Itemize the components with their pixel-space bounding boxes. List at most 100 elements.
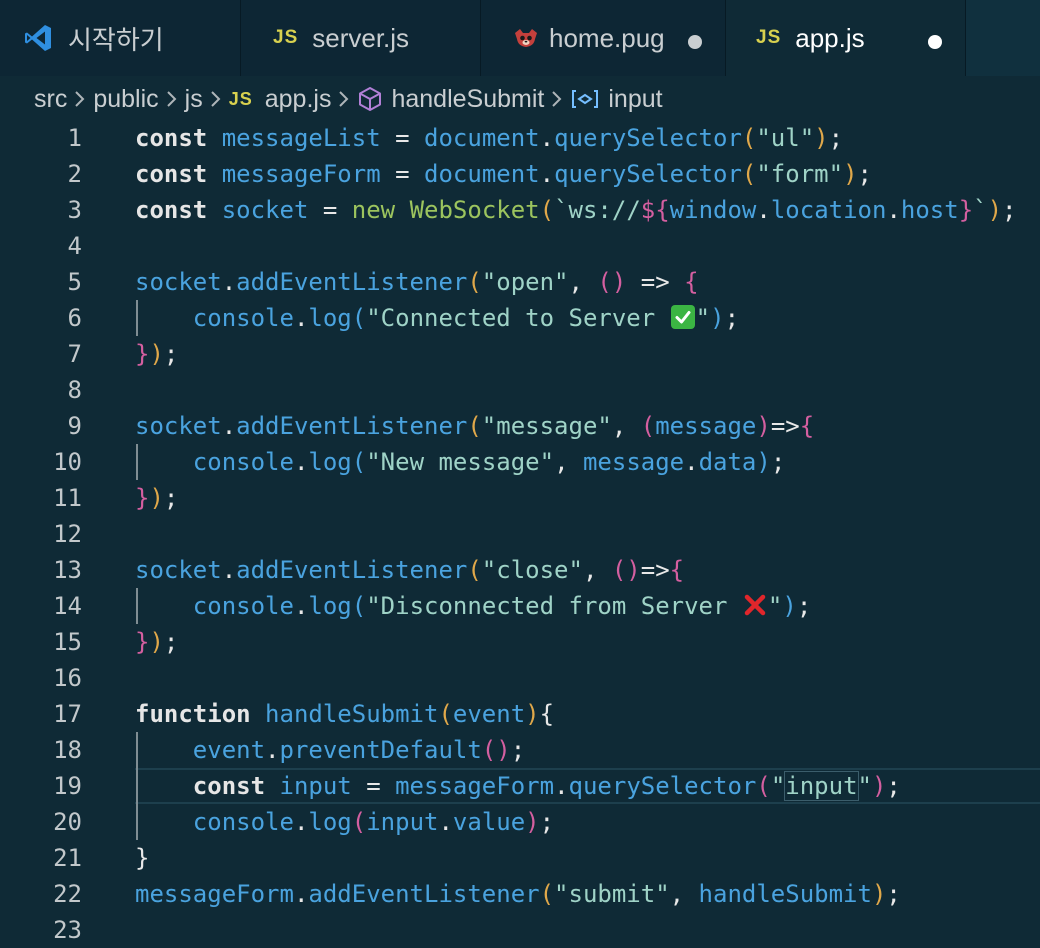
code-token: location (770, 196, 887, 224)
code-line[interactable]: 20 console.log(input.value); (0, 804, 1040, 840)
code-token: ) (782, 592, 797, 620)
code-line[interactable]: 23 (0, 912, 1040, 948)
code-line[interactable]: 4 (0, 228, 1040, 264)
breadcrumb-item-js[interactable]: js (185, 85, 203, 114)
breadcrumb-item-input[interactable]: input (608, 85, 662, 114)
code-line[interactable]: 12 (0, 516, 1040, 552)
breadcrumb-item-app-js[interactable]: app.js (265, 85, 332, 114)
code-line[interactable]: 14 console.log("Disconnected from Server… (0, 588, 1040, 624)
code-token: () (611, 556, 641, 584)
code-token: ; (163, 484, 179, 512)
code-token: } (135, 340, 150, 368)
code-token: ) (710, 304, 725, 332)
code-line[interactable]: 18 event.preventDefault(); (0, 732, 1040, 768)
line-number: 13 (53, 556, 82, 584)
code-token: log (308, 808, 352, 836)
code-token: () (597, 268, 627, 296)
code-line[interactable]: 10 console.log("New message", message.da… (0, 444, 1040, 480)
code-token: ) (814, 124, 829, 152)
code-token: ; (770, 448, 786, 476)
breadcrumb-item-handlesubmit[interactable]: handleSubmit (391, 85, 544, 114)
code-token: ; (163, 340, 179, 368)
code-token: data (698, 448, 757, 476)
indent-guide (136, 588, 138, 624)
code-token: ; (886, 880, 901, 908)
code-token: . (886, 196, 901, 224)
tab-home-pug[interactable]: home.pug (481, 0, 726, 76)
code-line[interactable]: 17 function handleSubmit(event){ (0, 696, 1040, 732)
code-token: , (582, 556, 612, 584)
code-token: "Connected to Server (366, 304, 670, 332)
line-number: 18 (53, 736, 82, 764)
code-token: value (452, 808, 526, 836)
code-token: } (135, 844, 150, 872)
code-line[interactable]: 5 socket.addEventListener("open", () => { (0, 264, 1040, 300)
line-number: 20 (53, 808, 82, 836)
code-line[interactable]: 13 socket.addEventListener("close", ()=>{ (0, 552, 1040, 588)
code-text: }); (135, 336, 178, 372)
breadcrumb-item-src[interactable]: src (34, 85, 67, 114)
code-line[interactable]: 2 const messageForm = document.querySelec… (0, 156, 1040, 192)
code-token: ( (756, 772, 771, 800)
code-token: const (192, 772, 266, 800)
code-token: messageForm (221, 160, 381, 188)
chevron-right-icon (338, 89, 350, 109)
code-text: socket.addEventListener("close", ()=>{ (135, 552, 684, 588)
code-line[interactable]: 22 messageForm.addEventListener("submit",… (0, 876, 1040, 912)
code-line[interactable]: 3 const socket = new WebSocket(`ws://${wi… (0, 192, 1040, 228)
code-line[interactable]: 16 (0, 660, 1040, 696)
unsaved-dot-icon[interactable] (688, 35, 702, 49)
tab-server-js[interactable]: JS server.js (241, 0, 481, 76)
code-line[interactable]: 1 const messageList = document.querySelec… (0, 120, 1040, 156)
line-number: 5 (67, 268, 82, 296)
code-line[interactable]: 21} (0, 840, 1040, 876)
unsaved-dot-icon[interactable] (928, 35, 942, 49)
code-line[interactable]: 7}); (0, 336, 1040, 372)
code-editor[interactable]: 1 const messageList = document.querySelec… (0, 120, 1040, 948)
code-token: . (756, 196, 771, 224)
code-token: "open" (481, 268, 569, 296)
tab-app-js[interactable]: JS app.js (726, 0, 966, 76)
code-token: addEventListener (236, 268, 468, 296)
line-number: 6 (67, 304, 82, 332)
code-token: , (669, 880, 699, 908)
code-token: . (293, 448, 309, 476)
code-text: console.log(input.value); (135, 804, 554, 840)
code-token: ( (467, 268, 482, 296)
code-token: event (452, 700, 526, 728)
code-token: messageForm (135, 880, 294, 908)
code-token: preventDefault (279, 736, 482, 764)
code-line[interactable]: 11}); (0, 480, 1040, 516)
code-token: document (424, 160, 540, 188)
code-text: }); (135, 624, 178, 660)
code-token: socket (135, 268, 222, 296)
code-line[interactable]: 8 (0, 372, 1040, 408)
code-token: input (784, 771, 859, 801)
tab-welcome[interactable]: 시작하기 (0, 0, 241, 76)
code-text: messageForm.addEventListener("submit", h… (135, 876, 901, 912)
code-token: input (366, 808, 439, 836)
line-number: 22 (53, 880, 82, 908)
code-line[interactable]: 19 const input = messageForm.querySelect… (0, 768, 1040, 804)
tab-label: home.pug (549, 22, 665, 53)
code-text: const messageForm = document.querySelect… (135, 156, 872, 192)
code-token: ) (871, 880, 887, 908)
code-token: => (770, 412, 800, 440)
code-token: message (655, 412, 757, 440)
code-line[interactable]: 6 console.log("Connected to Server "); (0, 300, 1040, 336)
code-line[interactable]: 15}); (0, 624, 1040, 660)
code-token: WebSocket (409, 196, 540, 224)
code-token: socket (135, 412, 222, 440)
breadcrumb-item-public[interactable]: public (93, 85, 158, 114)
code-token: ( (539, 196, 555, 224)
tab-label: server.js (312, 22, 410, 53)
code-token: ; (886, 772, 901, 800)
line-number: 10 (53, 448, 82, 476)
code-line[interactable]: 9 socket.addEventListener("message", (mes… (0, 408, 1040, 444)
code-token: "submit" (554, 880, 670, 908)
code-token: ) (525, 808, 540, 836)
code-text: console.log("Disconnected from Server ")… (135, 588, 811, 624)
code-token: { (539, 700, 555, 728)
